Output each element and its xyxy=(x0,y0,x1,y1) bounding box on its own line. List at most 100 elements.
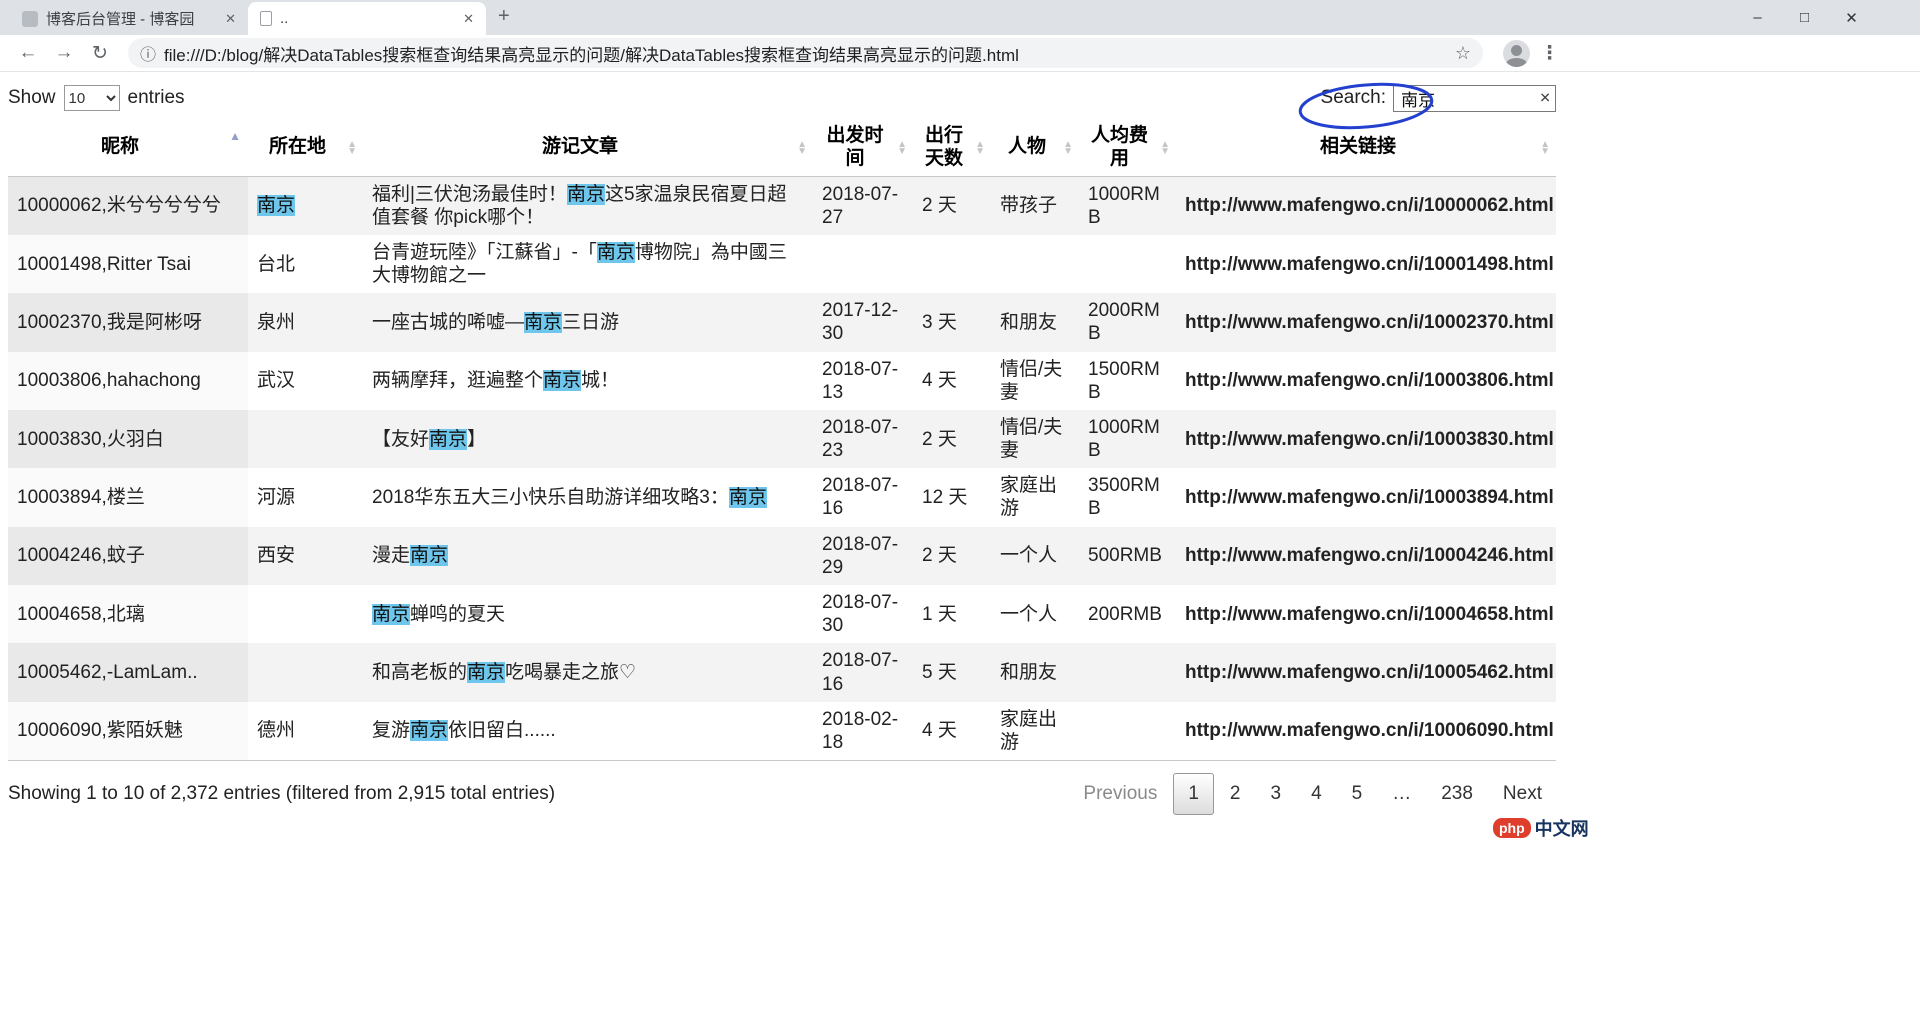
back-icon[interactable]: ← xyxy=(10,42,46,64)
people-cell: 情侣/夫妻 xyxy=(991,410,1079,468)
sort-both-icon: ▲▼ xyxy=(347,141,357,155)
show-label: Show xyxy=(8,87,56,109)
nickname-cell: 10004246,蚊子 xyxy=(8,527,248,585)
days-cell: 12 天 xyxy=(913,468,991,526)
article-cell: 和高老板的南京吃喝暴走之旅♡ xyxy=(363,643,813,701)
nickname-cell: 10001498,Ritter Tsai xyxy=(8,235,248,293)
table-row: 10006090,紫陌妖魅德州复游南京依旧留白......2018-02-184… xyxy=(8,702,1556,761)
tab-current[interactable]: .. ✕ xyxy=(248,2,486,35)
nickname-cell: 10003830,火羽白 xyxy=(8,410,248,468)
pagination-previous[interactable]: Previous xyxy=(1069,774,1171,814)
pagination-page-4[interactable]: 4 xyxy=(1297,774,1336,814)
column-header-nickname[interactable]: 昵称▲ xyxy=(8,120,248,176)
bookmark-star-icon[interactable]: ☆ xyxy=(1455,43,1471,64)
php-cn-logo: php 中文网 xyxy=(1493,815,1589,841)
search-highlight: 南京 xyxy=(597,242,635,263)
tab-close-icon[interactable]: ✕ xyxy=(225,11,236,27)
link-cell[interactable]: http://www.mafengwo.cn/i/10005462.html xyxy=(1176,643,1556,701)
article-cell: 一座古城的唏嘘—南京三日游 xyxy=(363,293,813,351)
tab-close-icon[interactable]: ✕ xyxy=(463,11,474,27)
profile-avatar[interactable] xyxy=(1503,40,1530,67)
column-header-depart-date[interactable]: 出发时间▲▼ xyxy=(813,120,913,176)
pagination-page-5[interactable]: 5 xyxy=(1338,774,1377,814)
link-cell[interactable]: http://www.mafengwo.cn/i/10001498.html xyxy=(1176,235,1556,293)
link-cell[interactable]: http://www.mafengwo.cn/i/10004658.html xyxy=(1176,585,1556,643)
page-length-control: Show 10 entries xyxy=(8,85,185,111)
location-cell: 西安 xyxy=(248,527,363,585)
days-cell: 2 天 xyxy=(913,527,991,585)
link-cell[interactable]: http://www.mafengwo.cn/i/10006090.html xyxy=(1176,702,1556,761)
clear-search-icon[interactable]: ✕ xyxy=(1539,90,1551,107)
search-control: Search: ✕ xyxy=(1321,85,1556,112)
link-cell[interactable]: http://www.mafengwo.cn/i/10004246.html xyxy=(1176,527,1556,585)
people-cell: 家庭出游 xyxy=(991,702,1079,761)
search-highlight: 南京 xyxy=(372,604,410,625)
search-highlight: 南京 xyxy=(257,195,295,216)
search-label: Search: xyxy=(1321,87,1386,109)
column-header-people[interactable]: 人物▲▼ xyxy=(991,120,1079,176)
fee-cell: 500RMB xyxy=(1079,527,1176,585)
nickname-cell: 10002370,我是阿彬呀 xyxy=(8,293,248,351)
people-cell: 家庭出游 xyxy=(991,468,1079,526)
column-header-location[interactable]: 所在地▲▼ xyxy=(248,120,363,176)
minimize-button[interactable]: – xyxy=(1734,9,1781,26)
link-cell[interactable]: http://www.mafengwo.cn/i/10000062.html xyxy=(1176,176,1556,235)
location-cell: 泉州 xyxy=(248,293,363,351)
refresh-icon[interactable]: ↻ xyxy=(82,42,118,65)
column-header-article[interactable]: 游记文章▲▼ xyxy=(363,120,813,176)
days-cell: 4 天 xyxy=(913,702,991,761)
new-tab-button[interactable]: + xyxy=(498,5,510,28)
search-highlight: 南京 xyxy=(524,312,562,333)
forward-icon[interactable]: → xyxy=(46,42,82,64)
close-button[interactable]: ✕ xyxy=(1828,9,1875,27)
link-cell[interactable]: http://www.mafengwo.cn/i/10002370.html xyxy=(1176,293,1556,351)
date-cell: 2018-07-16 xyxy=(813,643,913,701)
date-cell: 2018-07-29 xyxy=(813,527,913,585)
tab-title: .. xyxy=(280,10,455,27)
page-info-icon[interactable]: ⓘ xyxy=(140,41,156,65)
table-row: 10005462,-LamLam.. 和高老板的南京吃喝暴走之旅♡2018-07-… xyxy=(8,643,1556,701)
article-cell: 漫走南京 xyxy=(363,527,813,585)
column-label: 昵称 xyxy=(101,136,139,157)
pagination-page-1[interactable]: 1 xyxy=(1173,773,1214,815)
link-cell[interactable]: http://www.mafengwo.cn/i/10003806.html xyxy=(1176,352,1556,410)
pagination-page-238[interactable]: 238 xyxy=(1427,774,1487,814)
people-cell: 带孩子 xyxy=(991,176,1079,235)
search-highlight: 南京 xyxy=(543,370,581,391)
column-header-days[interactable]: 出行天数▲▼ xyxy=(913,120,991,176)
page-length-select[interactable]: 10 xyxy=(64,85,120,111)
address-bar[interactable]: ⓘ file:///D:/blog/解决DataTables搜索框查询结果高亮显… xyxy=(128,38,1483,68)
pagination-next[interactable]: Next xyxy=(1489,774,1556,814)
link-cell[interactable]: http://www.mafengwo.cn/i/10003830.html xyxy=(1176,410,1556,468)
location-cell: 南京 xyxy=(248,176,363,235)
fee-cell: 1500RMB xyxy=(1079,352,1176,410)
days-cell: 5 天 xyxy=(913,643,991,701)
table-row: 10000062,米兮兮兮兮兮南京福利|三伏泡汤最佳时！南京这5家温泉民宿夏日超… xyxy=(8,176,1556,235)
nickname-cell: 10003806,hahachong xyxy=(8,352,248,410)
table-row: 10003830,火羽白【友好南京】2018-07-232 天情侣/夫妻1000… xyxy=(8,410,1556,468)
table-row: 10003894,楼兰河源2018华东五大三小快乐自助游详细攻略3：南京2018… xyxy=(8,468,1556,526)
pagination-page-2[interactable]: 2 xyxy=(1216,774,1255,814)
article-cell: 两辆摩拜，逛遍整个南京城！ xyxy=(363,352,813,410)
location-cell xyxy=(248,643,363,701)
nickname-cell: 10005462,-LamLam.. xyxy=(8,643,248,701)
date-cell: 2018-07-16 xyxy=(813,468,913,526)
fee-cell xyxy=(1079,643,1176,701)
column-header-link[interactable]: 相关链接▲▼ xyxy=(1176,120,1556,176)
date-cell: 2018-02-18 xyxy=(813,702,913,761)
column-label: 人均费用 xyxy=(1091,125,1148,169)
sort-both-icon: ▲▼ xyxy=(897,141,907,155)
data-table: 昵称▲所在地▲▼游记文章▲▼出发时间▲▼出行天数▲▼人物▲▼人均费用▲▼相关链接… xyxy=(8,120,1556,761)
browser-menu-icon[interactable]: ⋮ xyxy=(1540,42,1559,65)
days-cell: 2 天 xyxy=(913,410,991,468)
tab-blog-admin[interactable]: 博客后台管理 - 博客园 ✕ xyxy=(10,2,248,35)
table-row: 10002370,我是阿彬呀泉州一座古城的唏嘘—南京三日游2017-12-303… xyxy=(8,293,1556,351)
search-input[interactable] xyxy=(1393,85,1556,112)
table-row: 10003806,hahachong武汉两辆摩拜，逛遍整个南京城！2018-07… xyxy=(8,352,1556,410)
column-header-cost[interactable]: 人均费用▲▼ xyxy=(1079,120,1176,176)
fee-cell xyxy=(1079,235,1176,293)
fee-cell: 1000RMB xyxy=(1079,176,1176,235)
maximize-button[interactable]: □ xyxy=(1781,9,1828,26)
pagination-page-3[interactable]: 3 xyxy=(1256,774,1295,814)
link-cell[interactable]: http://www.mafengwo.cn/i/10003894.html xyxy=(1176,468,1556,526)
